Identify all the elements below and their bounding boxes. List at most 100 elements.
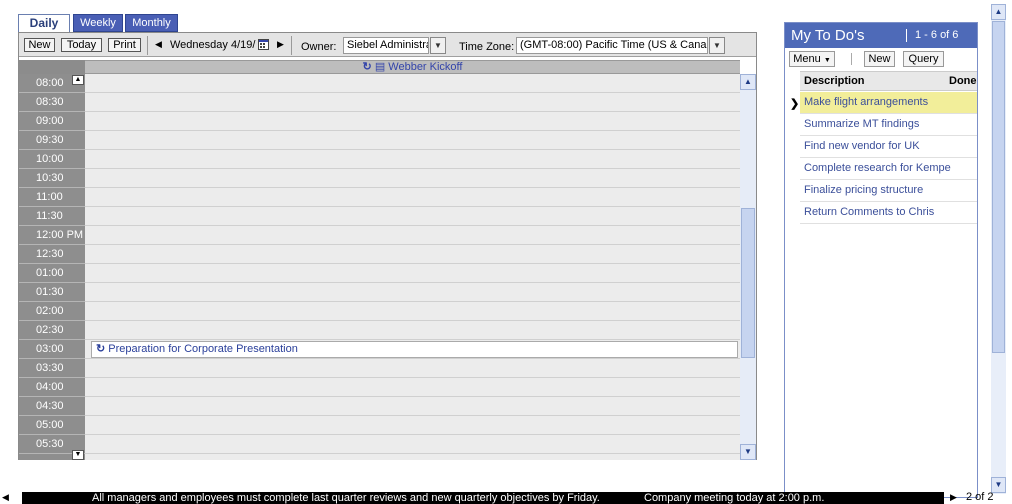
time-slot-label: 03:30 bbox=[19, 359, 85, 378]
time-column: 08:00 08:30 09:00 09:30 10:00 10:30 11:00 11:30… bbox=[19, 74, 85, 460]
todo-record-count: 1 - 6 of 6 bbox=[915, 29, 959, 41]
time-slot[interactable] bbox=[85, 416, 740, 435]
timezone-label: Time Zone: bbox=[459, 41, 515, 53]
time-slot[interactable] bbox=[85, 207, 740, 226]
owner-dropdown-icon[interactable]: ▼ bbox=[430, 37, 446, 54]
todo-header: My To Do's 1 - 6 of 6 bbox=[785, 23, 977, 48]
owner-select[interactable]: Siebel Administra bbox=[343, 37, 429, 54]
todo-item[interactable]: Make flight arrangements bbox=[800, 92, 977, 114]
time-slot[interactable] bbox=[85, 74, 740, 93]
recurring-icon: ↻ bbox=[96, 343, 109, 355]
time-slot[interactable] bbox=[85, 321, 740, 340]
todo-item[interactable]: Summarize MT findings bbox=[800, 114, 977, 136]
owner-label: Owner: bbox=[301, 41, 337, 53]
time-slot-label: 03:00 bbox=[19, 340, 85, 359]
todo-item[interactable]: Complete research for Kempe bbox=[800, 158, 977, 180]
calendar-picker-icon[interactable] bbox=[258, 39, 269, 50]
time-slot-label: 04:00 bbox=[19, 378, 85, 397]
time-scroll-up-icon[interactable]: ▲ bbox=[72, 75, 84, 85]
calendar-event-label: Preparation for Corporate Presentation bbox=[108, 343, 298, 355]
tab-daily[interactable]: Daily bbox=[18, 14, 70, 33]
scroll-down-arrow-icon[interactable]: ▼ bbox=[740, 444, 756, 460]
query-button[interactable]: Query bbox=[903, 51, 944, 67]
todo-item[interactable]: Return Comments to Chris bbox=[800, 202, 977, 224]
menu-button-label: Menu bbox=[793, 53, 821, 65]
todo-item[interactable]: Finalize pricing structure bbox=[800, 180, 977, 202]
print-button[interactable]: Print bbox=[108, 38, 141, 52]
page-scroll-thumb[interactable] bbox=[992, 21, 1005, 353]
time-slot-label: 08:30 bbox=[19, 93, 85, 112]
toolbar-divider bbox=[851, 53, 852, 65]
done-column-header[interactable]: Done bbox=[949, 72, 977, 90]
time-slot[interactable] bbox=[85, 169, 740, 188]
tab-weekly[interactable]: Weekly bbox=[73, 14, 123, 32]
calendar-toolbar: New Today Print ◀ Wednesday 4/19/ ▶ Owne… bbox=[19, 33, 756, 57]
calendar-event[interactable]: ↻ Preparation for Corporate Presentation bbox=[91, 341, 738, 358]
time-slot-label: 09:30 bbox=[19, 131, 85, 150]
timezone-dropdown-icon[interactable]: ▼ bbox=[709, 37, 725, 54]
today-button[interactable]: Today bbox=[61, 38, 102, 52]
menu-button[interactable]: Menu ▼ bbox=[789, 51, 835, 67]
time-slot[interactable] bbox=[85, 435, 740, 454]
todo-item[interactable]: Find new vendor for UK bbox=[800, 136, 977, 158]
page-scroll-up-icon[interactable]: ▲ bbox=[991, 4, 1006, 20]
ticker-next-icon[interactable]: ▶ bbox=[950, 492, 957, 503]
ticker-message-1: All managers and employees must complete… bbox=[92, 492, 600, 504]
time-slot-label: 12:00 PM bbox=[19, 226, 85, 245]
time-slot[interactable] bbox=[85, 397, 740, 416]
toolbar-divider bbox=[291, 36, 292, 55]
calendar-scrollbar[interactable]: ▲ ▼ bbox=[740, 74, 756, 460]
time-slot[interactable] bbox=[85, 226, 740, 245]
time-slot[interactable] bbox=[85, 188, 740, 207]
new-button[interactable]: New bbox=[24, 38, 55, 52]
timezone-select[interactable]: (GMT-08:00) Pacific Time (US & Canada bbox=[516, 37, 708, 54]
time-slot-label: 11:30 bbox=[19, 207, 85, 226]
todo-title: My To Do's bbox=[791, 27, 865, 44]
ticker-message-2: Company meeting today at 2:00 p.m. bbox=[644, 492, 825, 504]
todo-column-header: Description Done bbox=[800, 71, 977, 91]
scroll-thumb[interactable] bbox=[741, 208, 755, 358]
previous-day-arrow-icon[interactable]: ◀ bbox=[155, 39, 162, 50]
recurring-icon: ↻ bbox=[362, 61, 372, 73]
time-slot-label: 10:00 bbox=[19, 150, 85, 169]
page-scrollbar[interactable]: ▲ ▼ bbox=[991, 4, 1006, 494]
time-slot-label: 04:30 bbox=[19, 397, 85, 416]
time-slot-label: 01:00 bbox=[19, 264, 85, 283]
toolbar-divider bbox=[147, 36, 148, 55]
time-slot-label: 02:30 bbox=[19, 321, 85, 340]
time-slot-label: 10:30 bbox=[19, 169, 85, 188]
todo-new-button[interactable]: New bbox=[864, 51, 895, 67]
time-slot[interactable] bbox=[85, 131, 740, 150]
time-scroll-down-icon[interactable]: ▼ bbox=[72, 450, 84, 460]
time-slot-label: 01:30 bbox=[19, 283, 85, 302]
allday-event[interactable]: ↻ ▤ Webber Kickoff bbox=[85, 60, 740, 74]
todo-panel: My To Do's 1 - 6 of 6 Menu ▼ New Query D… bbox=[784, 22, 978, 498]
time-slot[interactable] bbox=[85, 378, 740, 397]
chevron-down-icon: ▼ bbox=[823, 57, 831, 64]
next-day-arrow-icon[interactable]: ▶ bbox=[277, 39, 284, 50]
time-slot[interactable] bbox=[85, 112, 740, 131]
time-slot-label: 05:00 bbox=[19, 416, 85, 435]
time-slot[interactable] bbox=[85, 283, 740, 302]
time-slot[interactable] bbox=[85, 302, 740, 321]
time-slot[interactable] bbox=[85, 245, 740, 264]
time-slot-label: 12:30 bbox=[19, 245, 85, 264]
time-slot[interactable] bbox=[85, 264, 740, 283]
schedule-grid[interactable]: ↻ Preparation for Corporate Presentation bbox=[85, 74, 740, 460]
presentation-icon: ▤ bbox=[374, 61, 386, 73]
ticker-prev-icon[interactable]: ◀ bbox=[2, 492, 9, 503]
time-slot[interactable] bbox=[85, 150, 740, 169]
current-record-arrow-icon: ❯ bbox=[790, 98, 800, 110]
date-display[interactable]: Wednesday 4/19/ bbox=[170, 39, 255, 51]
ticker-page-indicator: 2 of 2 bbox=[966, 491, 994, 503]
daily-calendar: New Today Print ◀ Wednesday 4/19/ ▶ Owne… bbox=[18, 32, 757, 460]
time-slot[interactable] bbox=[85, 359, 740, 378]
time-slot-label: 11:00 bbox=[19, 188, 85, 207]
message-ticker: All managers and employees must complete… bbox=[22, 492, 944, 504]
allday-event-label: Webber Kickoff bbox=[388, 61, 463, 73]
description-column-header[interactable]: Description bbox=[804, 72, 865, 90]
time-slot-label: 09:00 bbox=[19, 112, 85, 131]
time-slot[interactable] bbox=[85, 93, 740, 112]
tab-monthly[interactable]: Monthly bbox=[125, 14, 178, 32]
scroll-up-arrow-icon[interactable]: ▲ bbox=[740, 74, 756, 90]
